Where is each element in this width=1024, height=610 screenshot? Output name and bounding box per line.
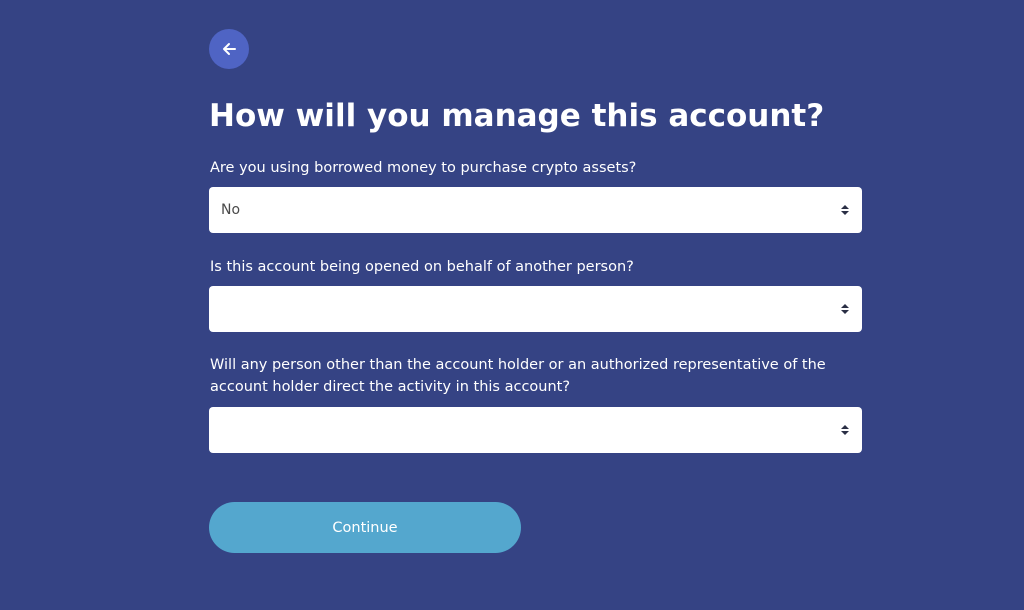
select-arrows-icon (841, 205, 849, 215)
page-title: How will you manage this account? (209, 98, 825, 134)
other-person-select[interactable] (209, 407, 862, 453)
on-behalf-select[interactable] (209, 286, 862, 332)
select-value: No (221, 202, 241, 218)
back-button[interactable] (209, 29, 249, 69)
select-arrows-icon (841, 425, 849, 435)
question-on-behalf-label: Is this account being opened on behalf o… (210, 259, 634, 275)
continue-button[interactable]: Continue (209, 502, 521, 553)
borrowed-money-select[interactable]: No (209, 187, 862, 233)
arrow-left-icon (223, 43, 236, 55)
select-arrows-icon (841, 304, 849, 314)
question-borrowed-money-label: Are you using borrowed money to purchase… (210, 160, 637, 176)
question-other-person-label: Will any person other than the account h… (210, 357, 826, 395)
